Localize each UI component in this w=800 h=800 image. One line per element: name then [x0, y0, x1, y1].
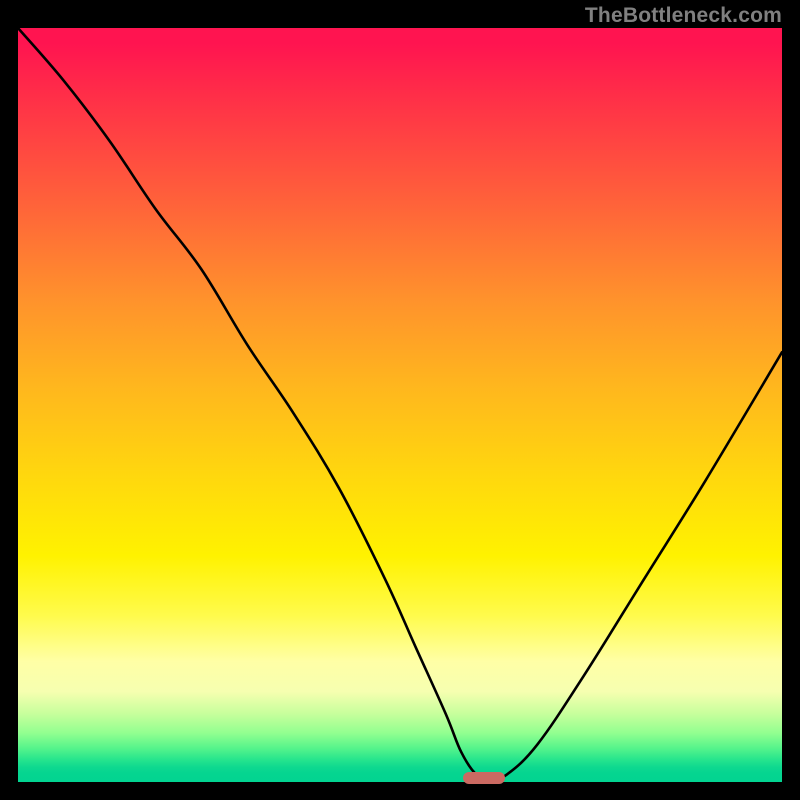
bottleneck-curve-svg [18, 28, 782, 782]
bottleneck-plot [18, 28, 782, 782]
optimal-point-marker [463, 772, 505, 784]
watermark-text: TheBottleneck.com [585, 4, 782, 28]
bottleneck-curve-path [18, 28, 782, 779]
